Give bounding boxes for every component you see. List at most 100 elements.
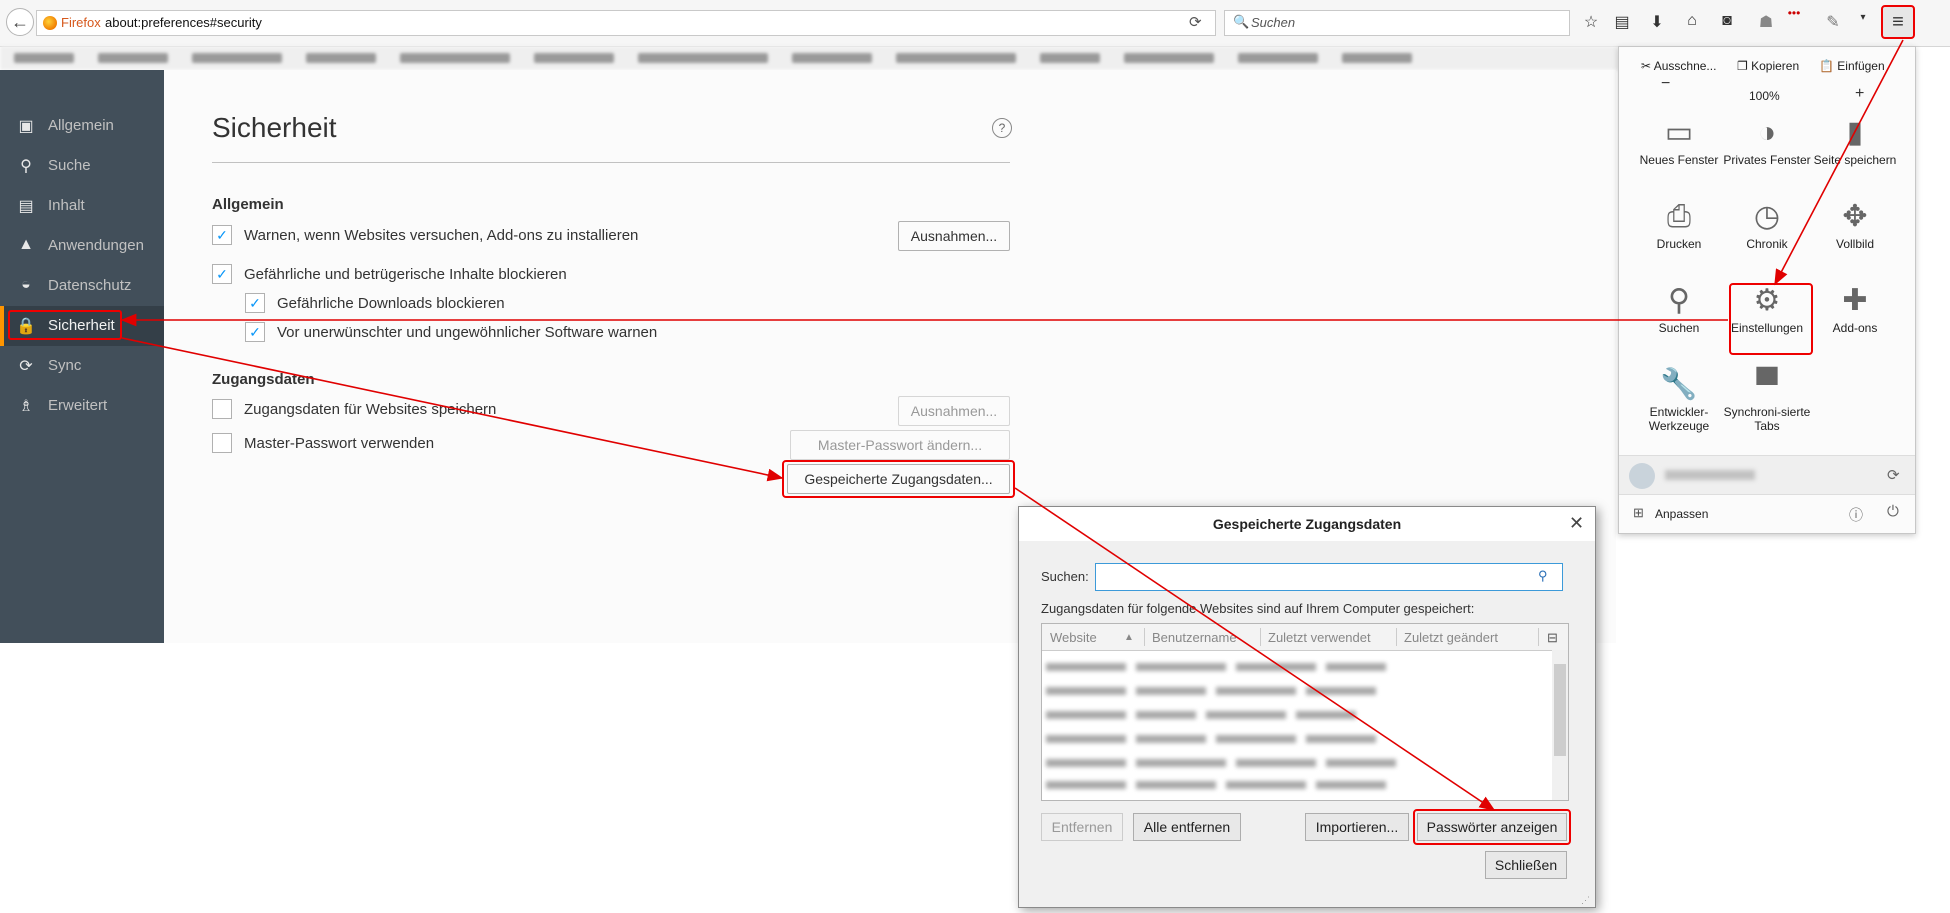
wizard-hat-icon: ♗ [18, 398, 34, 415]
sidebar-item-datenschutz[interactable]: ◒ Datenschutz [0, 266, 164, 306]
menu-item-print[interactable]: ⎙ Drucken [1635, 197, 1723, 251]
sync-icon: ⟳ [19, 358, 33, 375]
download-icon[interactable]: ⬇ [1646, 12, 1668, 32]
menu-item-find[interactable]: ⚲ Suchen [1635, 281, 1723, 335]
column-last-changed[interactable]: Zuletzt geändert [1404, 630, 1498, 645]
column-divider [1144, 628, 1145, 646]
column-username[interactable]: Benutzername [1152, 630, 1237, 645]
menu-item-save-page[interactable]: ▮ Seite speichern [1811, 113, 1899, 167]
sidebar-item-erweitert[interactable]: ♗ Erweitert [0, 386, 164, 426]
warn-software-checkbox[interactable]: ✓ [245, 322, 265, 342]
customize-button[interactable]: Anpassen [1655, 507, 1708, 521]
active-indicator [0, 306, 4, 346]
sidebar-item-suche[interactable]: ⚲ Suche [0, 146, 164, 186]
synced-tabs-icon: ▀ [1756, 368, 1778, 401]
dialog-title: Gespeicherte Zugangsdaten [1019, 507, 1595, 541]
sidebar-item-label: Suche [48, 157, 91, 174]
menu-item-label: Add-ons [1832, 321, 1878, 335]
section-heading-general: Allgemein [212, 196, 284, 213]
sync-icon[interactable]: ⟳ [1887, 466, 1900, 484]
menu-item-devtools[interactable]: 🔧 Entwickler-Werkzeuge [1635, 365, 1723, 433]
table-row-blurred[interactable] [1046, 660, 1546, 674]
help-icon[interactable]: ⓘ [1849, 505, 1863, 525]
search-input[interactable]: ⚲ [1095, 563, 1563, 591]
column-picker-icon[interactable]: ⊟ [1547, 630, 1558, 646]
menu-item-label: Entwickler-Werkzeuge [1648, 405, 1710, 433]
browser-toolbar: ← Firefox about:preferences#security ⟳ 🔍… [0, 0, 1950, 47]
page-title: Sicherheit [212, 112, 337, 143]
master-password-checkbox[interactable] [212, 433, 232, 453]
scrollbar-thumb[interactable] [1554, 664, 1566, 756]
zoom-out-button[interactable]: − [1661, 75, 1670, 93]
home-icon[interactable]: ⌂ [1681, 12, 1703, 30]
import-button[interactable]: Importieren... [1305, 813, 1409, 841]
search-bar[interactable]: 🔍 Suchen [1224, 10, 1570, 36]
close-icon[interactable]: ✕ [1569, 513, 1584, 534]
table-row-blurred[interactable] [1046, 732, 1546, 746]
zoom-in-button[interactable]: + [1855, 85, 1864, 103]
zoom-level[interactable]: 100% [1749, 89, 1780, 103]
preferences-sidebar: ▣ Allgemein ⚲ Suche ▤ Inhalt ▲ Anwendungen ◒… [0, 70, 164, 643]
puzzle-icon: ✚ [1842, 284, 1868, 317]
help-icon[interactable]: ? [992, 118, 1012, 138]
paste-button[interactable]: 📋 Einfügen [1819, 59, 1885, 73]
warn-addons-checkbox[interactable]: ✓ [212, 225, 232, 245]
block-dangerous-checkbox[interactable]: ✓ [212, 264, 232, 284]
section-heading-logins: Zugangsdaten [212, 371, 315, 388]
sidebar-item-label: Datenschutz [48, 277, 132, 294]
table-row-blurred[interactable] [1046, 778, 1546, 792]
find-icon: ⚲ [1668, 284, 1690, 317]
menu-item-fullscreen[interactable]: ✥ Vollbild [1811, 197, 1899, 251]
table-row-blurred[interactable] [1046, 684, 1546, 698]
remove-button[interactable]: Entfernen [1041, 813, 1123, 841]
sidebar-item-inhalt[interactable]: ▤ Inhalt [0, 186, 164, 226]
sync-account-row[interactable]: ⟳ [1619, 455, 1915, 495]
remove-all-button[interactable]: Alle entfernen [1133, 813, 1241, 841]
column-divider [1538, 628, 1539, 646]
column-last-used[interactable]: Zuletzt verwendet [1268, 630, 1371, 645]
print-icon: ⎙ [1667, 200, 1691, 233]
pocket-icon[interactable]: ◙ [1716, 12, 1738, 30]
menu-item-addons[interactable]: ✚ Add-ons [1811, 281, 1899, 335]
cut-button[interactable]: ✂ Ausschne... [1641, 59, 1716, 73]
logins-table[interactable]: Website ▲ Benutzername Zuletzt verwendet… [1041, 623, 1569, 801]
bookmarks-list-icon[interactable]: ▤ [1611, 12, 1633, 32]
menu-item-label: Vollbild [1835, 237, 1875, 251]
sidebar-item-allgemein[interactable]: ▣ Allgemein [0, 106, 164, 146]
url-bar[interactable]: Firefox about:preferences#security ⟳ [36, 10, 1216, 36]
sidebar-item-label: Anwendungen [48, 237, 144, 254]
sidebar-item-label: Erweitert [48, 397, 108, 414]
copy-button[interactable]: ❐ Kopieren [1737, 59, 1799, 73]
back-button[interactable]: ← [6, 8, 34, 36]
logins-exceptions-button[interactable]: Ausnahmen... [898, 396, 1010, 426]
plus-icon: ⊞ [1633, 505, 1644, 520]
bookmark-star-icon[interactable]: ☆ [1580, 12, 1602, 32]
ghost-extension-icon[interactable]: ☗ [1755, 12, 1777, 32]
hamburger-menu-icon[interactable]: ≡ [1881, 5, 1915, 39]
quit-icon[interactable]: ⏻ [1887, 503, 1899, 520]
content-icon: ▤ [18, 198, 34, 215]
sidebar-item-anwendungen[interactable]: ▲ Anwendungen [0, 226, 164, 266]
table-scrollbar[interactable] [1552, 650, 1568, 800]
column-website[interactable]: Website [1050, 630, 1097, 645]
menu-item-new-window[interactable]: ▭ Neues Fenster [1635, 113, 1723, 167]
saved-logins-dialog: Gespeicherte Zugangsdaten ✕ Suchen: ⚲ Zu… [1018, 506, 1596, 908]
menu-item-label: Chronik [1746, 237, 1788, 251]
change-master-password-button[interactable]: Master-Passwort ändern... [790, 430, 1010, 460]
save-logins-checkbox[interactable] [212, 399, 232, 419]
block-downloads-checkbox[interactable]: ✓ [245, 293, 265, 313]
sidebar-item-sync[interactable]: ⟳ Sync [0, 346, 164, 386]
menu-item-synced-tabs[interactable]: ▀ Synchroni-sierte Tabs [1723, 365, 1811, 433]
menu-item-private-window[interactable]: ◑ Privates Fenster [1723, 113, 1811, 167]
extension-icon[interactable]: ✎ [1822, 12, 1844, 32]
table-row-blurred[interactable] [1046, 708, 1546, 722]
url-text[interactable]: about:preferences#security [105, 15, 262, 30]
extension-badge-icon[interactable]: ••• [1783, 6, 1805, 20]
close-button[interactable]: Schließen [1485, 851, 1567, 879]
resize-grip-icon[interactable]: ⋰ [1581, 895, 1590, 906]
table-row-blurred[interactable] [1046, 756, 1546, 770]
addons-exceptions-button[interactable]: Ausnahmen... [898, 221, 1010, 251]
reload-icon[interactable]: ⟳ [1189, 13, 1202, 31]
chevron-down-icon[interactable]: ▾ [1852, 12, 1874, 23]
menu-item-history[interactable]: ◷ Chronik [1723, 197, 1811, 251]
